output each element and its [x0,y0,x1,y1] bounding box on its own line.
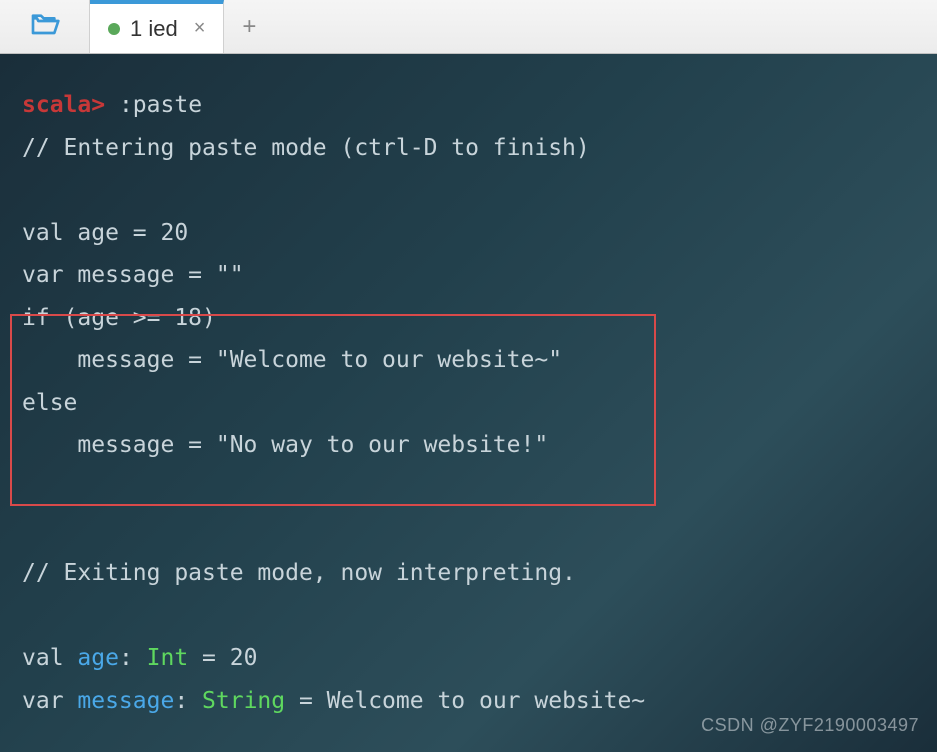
terminal-output: scala> :paste // Entering paste mode (ct… [0,54,937,752]
code-line: var message = "" [22,262,244,288]
dirty-indicator-icon [108,23,120,35]
repl-prompt: scala> [22,92,105,118]
close-icon[interactable]: × [194,17,206,40]
highlight-box [10,314,656,506]
var-name: message [77,688,174,714]
tab-label: 1 ied [130,16,178,42]
new-tab-button[interactable]: + [224,0,274,53]
repl-command: :paste [119,92,202,118]
plus-icon: + [242,13,256,41]
type-name: Int [147,645,189,671]
code-line: val age = 20 [22,220,188,246]
code-line: // Entering paste mode (ctrl-D to finish… [22,135,590,161]
folder-open-icon [29,9,61,45]
code-line: message = "No way to our website!" [22,432,548,458]
output-line: val age: Int = 20 [22,645,257,671]
type-name: String [202,688,285,714]
var-name: age [77,645,119,671]
folder-tab[interactable] [0,0,90,53]
tab-bar: 1 ied × + [0,0,937,54]
watermark: CSDN @ZYF2190003497 [701,709,919,742]
file-tab[interactable]: 1 ied × [90,0,224,53]
code-line: message = "Welcome to our website~" [22,347,562,373]
output-line: var message: String = Welcome to our web… [22,688,645,714]
code-line: else [22,390,77,416]
code-line: if (age >= 18) [22,305,216,331]
code-line: // Exiting paste mode, now interpreting. [22,560,576,586]
